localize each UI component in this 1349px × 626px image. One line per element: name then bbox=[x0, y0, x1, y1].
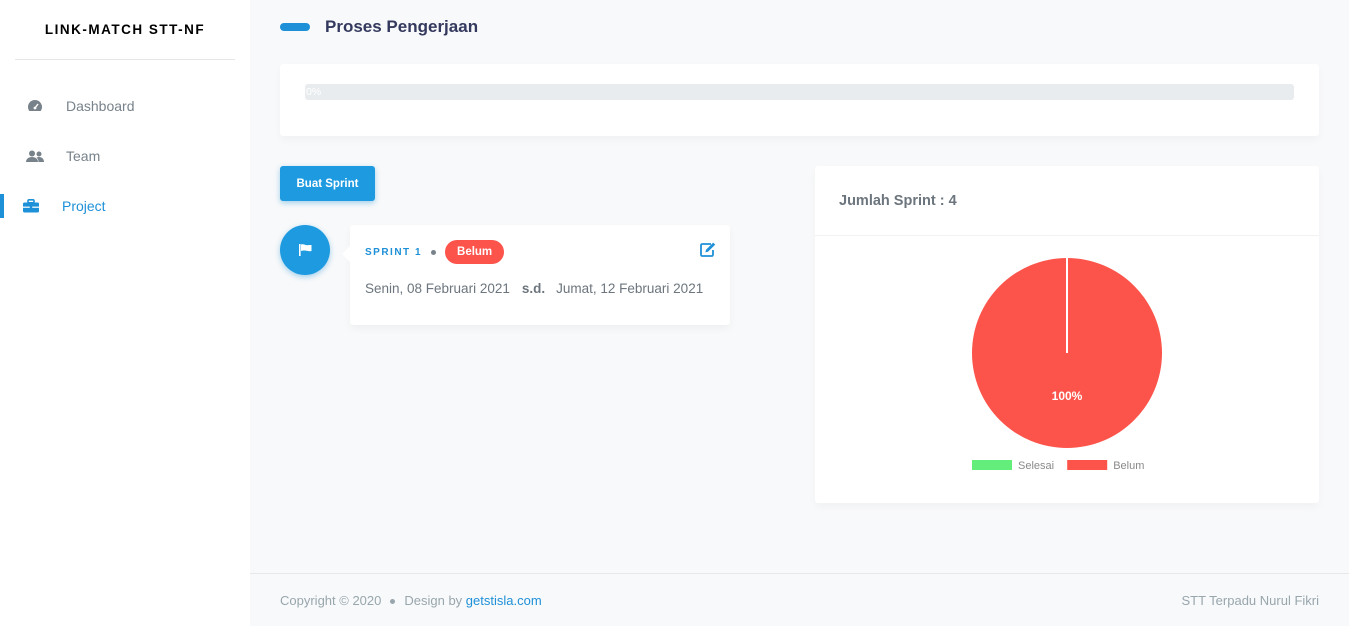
footer-design-link[interactable]: getstisla.com bbox=[466, 593, 542, 608]
progress-card: 0% bbox=[280, 64, 1319, 136]
app-brand[interactable]: LINK-MATCH STT-NF bbox=[15, 0, 235, 60]
legend-swatch-belum bbox=[1067, 460, 1108, 470]
sidebar-item-project[interactable]: Project bbox=[0, 181, 250, 231]
footer-left: Copyright © 2020 Design by getstisla.com bbox=[280, 593, 542, 608]
page-header: Proses Pengerjaan bbox=[280, 17, 478, 37]
page-title: Proses Pengerjaan bbox=[325, 17, 479, 36]
sprint-card-header: SPRINT 1 Belum bbox=[365, 240, 505, 264]
main-content: Proses Pengerjaan 0% Buat Sprint SPRINT … bbox=[250, 0, 1349, 626]
sidebar-item-label: Project bbox=[62, 198, 106, 214]
footer-right: STT Terpadu Nurul Fikri bbox=[1181, 592, 1319, 608]
sidebar-menu: Dashboard Team Project bbox=[0, 81, 250, 231]
footer: Copyright © 2020 Design by getstisla.com … bbox=[250, 573, 1349, 626]
footer-design-by: Design by bbox=[404, 592, 463, 608]
sidebar-item-team[interactable]: Team bbox=[0, 131, 250, 181]
edit-icon[interactable] bbox=[700, 242, 716, 258]
create-sprint-button[interactable]: Buat Sprint bbox=[280, 166, 375, 201]
sidebar-item-label: Dashboard bbox=[66, 98, 135, 114]
chart-card-title: Jumlah Sprint : 4 bbox=[815, 166, 1319, 236]
title-accent-bar bbox=[280, 23, 310, 31]
sprint-flag-marker bbox=[280, 225, 330, 275]
sprint-end-date: Jumat, 12 Februari 2021 bbox=[556, 281, 704, 296]
legend-swatch-selesai bbox=[972, 460, 1012, 470]
dashboard-gauge-icon bbox=[26, 97, 44, 115]
progress-label: 0% bbox=[306, 86, 322, 98]
separator-dot bbox=[431, 249, 437, 255]
progress-bar: 0% bbox=[305, 84, 1294, 100]
legend-label-selesai[interactable]: Selesai bbox=[1018, 460, 1054, 472]
footer-copyright: Copyright © 2020 bbox=[280, 592, 382, 608]
users-icon bbox=[26, 147, 44, 165]
sprint-chart-card: Jumlah Sprint : 4 100% Selesai Belum bbox=[815, 166, 1319, 503]
sidebar-item-label: Team bbox=[66, 148, 101, 164]
date-separator: s.d. bbox=[521, 281, 546, 296]
sidebar-item-dashboard[interactable]: Dashboard bbox=[0, 81, 250, 131]
status-badge: Belum bbox=[445, 240, 505, 264]
sprint-start-date: Senin, 08 Februari 2021 bbox=[365, 281, 510, 296]
sprint-date-range: Senin, 08 Februari 2021 s.d. Jumat, 12 F… bbox=[365, 281, 703, 296]
footer-bullet bbox=[390, 598, 396, 604]
briefcase-icon bbox=[22, 197, 40, 215]
sprint-name[interactable]: SPRINT 1 bbox=[365, 247, 422, 258]
legend-label-belum[interactable]: Belum bbox=[1113, 460, 1144, 472]
pie-slice-label-belum: 100% bbox=[1052, 389, 1083, 403]
sprint-card: SPRINT 1 Belum Senin, 08 Februari 2021 s… bbox=[342, 225, 730, 325]
sidebar: LINK-MATCH STT-NF Dashboard Team Project bbox=[0, 0, 250, 626]
flag-icon bbox=[298, 244, 311, 256]
pie-chart: 100% Selesai Belum bbox=[972, 258, 1162, 472]
